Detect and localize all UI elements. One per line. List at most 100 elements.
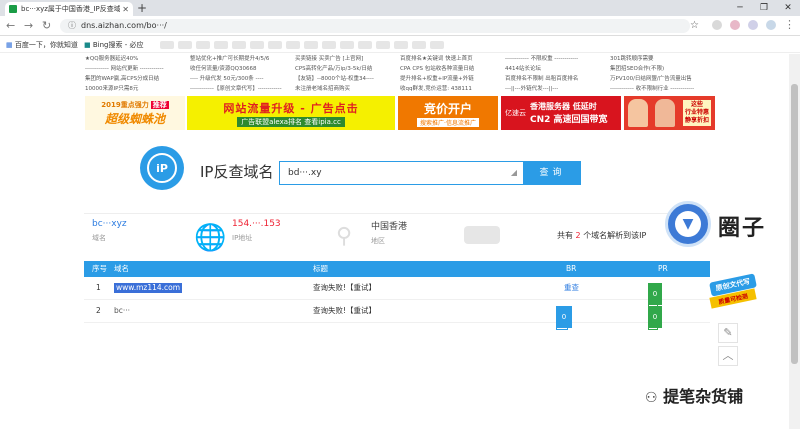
wechat-icon: ⚇: [645, 390, 658, 406]
location-pin-icon: ⚲: [336, 224, 353, 249]
banner-text: 这些: [690, 101, 703, 108]
ad-link[interactable]: 百度排名不限制 出租百度排名: [505, 74, 605, 84]
ad-link[interactable]: 收任何流量/资源QQ30668: [190, 64, 290, 74]
bookmark-bing[interactable]: ■ Bing搜索 - 必应: [84, 37, 143, 53]
banner-text: 香港服务器 低延时: [530, 102, 597, 111]
url-field[interactable]: ⓘ dns.aizhan.com/bo···/: [60, 19, 690, 33]
row-title[interactable]: 查询失败!【重试】: [313, 277, 376, 299]
header-num: 序号: [92, 264, 107, 273]
header-pr: PR: [658, 264, 668, 273]
ad-link[interactable]: 万PV100/日结网盟/广告流量出售: [610, 74, 710, 84]
banner-hk-server[interactable]: 亿速云 香港服务器 低延时 CN2 高速回国带宽: [501, 96, 621, 130]
row-domain-link[interactable]: www.mz114.com: [114, 283, 183, 293]
ad-link[interactable]: CPS高转化产品/万ip/3-5k/日结: [295, 64, 395, 74]
br-value: 0: [556, 306, 572, 328]
ad-link[interactable]: ------------ 网站代更新 ------------: [85, 64, 185, 74]
extension-icon[interactable]: [712, 20, 722, 30]
ad-link[interactable]: ------------【原创文章代写】------------: [190, 84, 290, 94]
back-icon[interactable]: ←: [6, 19, 15, 32]
hat-icon: ▼: [675, 211, 701, 237]
browser-tab[interactable]: bc···xyz属于中国香港_IP反查域 ✕: [5, 2, 133, 16]
domain-value[interactable]: bc···xyz: [92, 219, 127, 229]
ad-link[interactable]: 301跳转顺序需要: [610, 54, 710, 64]
banner-discount[interactable]: 这些 行业特惠 静享折扣: [624, 96, 715, 130]
ad-link[interactable]: 4414站长论坛: [505, 64, 605, 74]
banner-tag: 推荐: [150, 100, 169, 109]
person-image: [628, 99, 648, 127]
ad-link[interactable]: CPA CPS 包站收各种流量日结: [400, 64, 500, 74]
search-input[interactable]: bd···.xy ◢: [279, 161, 524, 185]
menu-icon[interactable]: ⋮: [784, 18, 795, 31]
forward-icon[interactable]: →: [24, 19, 33, 32]
ad-link[interactable]: ---||---外链代发---||---: [505, 84, 605, 94]
ad-link[interactable]: 集团的WAP赢,高CPS分成日结: [85, 74, 185, 84]
table-row: 2 bc··· 查询失败!【重试】 🐾0 g0: [84, 300, 710, 330]
person-image: [655, 99, 676, 127]
row-num: 2: [96, 306, 101, 315]
maximize-icon[interactable]: ❐: [752, 0, 776, 16]
back-to-top-icon[interactable]: ︿: [718, 346, 738, 366]
domain-info: bc···xyz 域名: [92, 219, 127, 243]
header-br: BR: [566, 264, 577, 273]
ad-link[interactable]: 提升排名+权重+IP流量+外链: [400, 74, 500, 84]
ad-link[interactable]: 10000来源IP只需8元: [85, 84, 185, 94]
ad-link[interactable]: ---- 升级代发 50元/300条 ----: [190, 74, 290, 84]
extension-icon[interactable]: [730, 20, 740, 30]
pr-value: 0: [648, 306, 662, 328]
close-tab-icon[interactable]: ✕: [122, 5, 129, 14]
region-label: 地区: [371, 237, 385, 245]
wechat-name: 提笔杂货铺: [663, 387, 744, 406]
edit-icon[interactable]: ✎: [718, 323, 738, 343]
header-title: 标题: [313, 264, 328, 273]
bookmark-star-icon[interactable]: ☆: [690, 20, 699, 31]
info-icon[interactable]: ⓘ: [68, 21, 76, 30]
scrollbar[interactable]: [789, 54, 800, 429]
ad-link[interactable]: 未注册老域名招商购买: [295, 84, 395, 94]
ad-link[interactable]: 【友链】--8000个站-权重34----: [295, 74, 395, 84]
count-suffix: 个域名解析到该IP: [583, 231, 647, 240]
domain-count-text: 共有 2 个域名解析到该IP: [557, 230, 646, 241]
ad-link[interactable]: 收qq群发,竞价运营: 438111: [400, 84, 500, 94]
reload-icon[interactable]: ↻: [42, 19, 51, 32]
results-table: 序号 域名 标题 BR PR 1 www.mz114.com 查询失败!【重试】…: [84, 261, 710, 330]
original-writing-badge[interactable]: 原创文代写 质量可检测: [709, 273, 757, 310]
banner-text: 广告联盟alexa排名 查看ipia.cc: [237, 116, 345, 127]
ad-link[interactable]: ------------ 收不限制行业 ------------: [610, 84, 710, 94]
header-domain: 域名: [114, 264, 129, 273]
page-title: IP反查域名: [200, 163, 274, 181]
ad-link[interactable]: 集团招SEO合作(不限): [610, 64, 710, 74]
dropdown-arrow-icon[interactable]: ◢: [511, 162, 517, 184]
ad-link[interactable]: 整站优化+推广可长期提升4/5/6: [190, 54, 290, 64]
bing-icon: ■: [84, 41, 91, 49]
search-button[interactable]: 查询: [524, 161, 581, 185]
ad-link[interactable]: 买卖链接 买卖广告 [上官网]: [295, 54, 395, 64]
scrollbar-thumb[interactable]: [791, 84, 798, 364]
browser-tab-strip: bc···xyz属于中国香港_IP反查域 ✕ + ─ ❐ ✕: [0, 0, 800, 16]
banner-bid-account[interactable]: 竞价开户 搜索推广·信息流推广: [398, 96, 498, 130]
extension-icon[interactable]: [748, 20, 758, 30]
profile-avatar[interactable]: [766, 20, 776, 30]
ip-logo-icon: iP: [140, 146, 184, 190]
ad-link[interactable]: 百度排名★关键词 快速上首页: [400, 54, 500, 64]
ad-link[interactable]: ★QQ服务器延迟40%: [85, 54, 185, 64]
close-window-icon[interactable]: ✕: [776, 0, 800, 16]
banner-text: 超级蜘蛛池: [104, 111, 165, 126]
tab-title: bc···xyz属于中国香港_IP反查域: [21, 5, 121, 13]
row-title[interactable]: 查询失败!【重试】: [313, 300, 376, 322]
blurred-bookmarks: [160, 41, 444, 49]
ip-info-row: bc···xyz 域名 🌐 154.···.153 IP地址 ⚲ 中国香港 地区…: [84, 213, 710, 255]
banner-text: 行业特惠: [684, 109, 709, 116]
new-tab-icon[interactable]: +: [137, 1, 147, 15]
ad-link[interactable]: ------------ 不限权重 ------------: [505, 54, 605, 64]
bookmark-label: Bing搜索 - 必应: [92, 41, 144, 49]
ip-info: 154.···.153 IP地址: [232, 219, 281, 243]
row-br-recheck[interactable]: 重查: [564, 277, 579, 299]
banner-text: 竞价开户: [423, 101, 472, 116]
row-num: 1: [96, 283, 101, 292]
bookmark-baidu[interactable]: ▦ 百度一下，你就知道: [6, 37, 78, 53]
banner-spider-pool[interactable]: 2019重点强力 推荐 超级蜘蛛池: [85, 96, 185, 130]
domain-label: 域名: [92, 234, 106, 242]
row-domain-link[interactable]: bc···: [114, 300, 130, 322]
minimize-icon[interactable]: ─: [728, 0, 752, 16]
banner-traffic-upgrade[interactable]: 网站流量升级 - 广告点击 广告联盟alexa排名 查看ipia.cc: [187, 96, 395, 130]
